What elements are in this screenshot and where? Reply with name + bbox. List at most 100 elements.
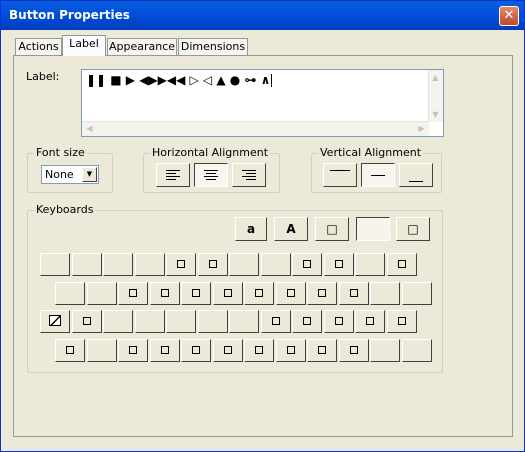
square-icon (397, 259, 406, 268)
keyboard-key[interactable] (197, 310, 228, 333)
keyboard-key[interactable] (86, 282, 117, 305)
align-right-button[interactable] (232, 163, 266, 187)
title-bar[interactable]: Button Properties ✕ (1, 1, 524, 30)
chevron-down-icon[interactable]: ▼ (82, 167, 97, 182)
close-button[interactable]: ✕ (499, 6, 519, 26)
keyboard-key[interactable] (86, 339, 117, 362)
square-icon (349, 345, 358, 354)
font-size-caption: Font size (34, 146, 87, 159)
square-icon (255, 288, 263, 297)
keyboard-key[interactable] (212, 282, 243, 305)
square-icon (223, 288, 232, 297)
keyboard-key[interactable] (307, 339, 337, 362)
keyboard-key[interactable] (103, 310, 133, 333)
key-uppercase-a[interactable]: A (274, 217, 308, 241)
square-icon (349, 288, 358, 297)
valign-bottom-button[interactable] (399, 163, 433, 187)
font-size-value: None (45, 168, 74, 181)
keyboard-key[interactable] (229, 310, 259, 333)
keyboard-key[interactable] (323, 310, 354, 333)
keyboard-key[interactable] (103, 253, 133, 276)
label-horizontal-scrollbar[interactable]: ◀ ▶ (82, 121, 429, 136)
keyboard-key[interactable] (292, 253, 322, 276)
keyboard-key[interactable] (149, 339, 180, 362)
keyboard-key[interactable] (197, 253, 228, 276)
square-icon (366, 316, 374, 325)
key-lowercase-a[interactable]: a (235, 217, 267, 241)
keyboard-key[interactable] (181, 282, 211, 305)
scroll-left-icon[interactable]: ◀ (83, 122, 96, 135)
tab-appearance[interactable]: Appearance (107, 38, 177, 55)
square-icon (82, 316, 91, 325)
square-icon (318, 288, 326, 297)
keyboard-key[interactable] (229, 253, 259, 276)
keyboard-key[interactable] (307, 282, 337, 305)
keyboard-key[interactable] (275, 282, 306, 305)
valign-middle-button[interactable] (361, 163, 395, 187)
square-icon (160, 345, 169, 354)
keyboard-key[interactable] (323, 253, 354, 276)
key-symbol[interactable]: □ (315, 217, 349, 241)
keyboard-key[interactable] (71, 310, 102, 333)
keyboard-key[interactable] (55, 282, 85, 305)
keyboard-key[interactable] (386, 253, 417, 276)
keyboard-key[interactable] (40, 310, 70, 333)
label-text-field[interactable]: ❚❚ ■ ▶ ◀▶▶◀◀ ▷ ◁ ▲ ● ⊶ ∧ ▲ ▼ ◀ ▶ (81, 69, 444, 137)
square-icon (192, 288, 200, 297)
font-size-select[interactable]: None ▼ (41, 165, 99, 184)
align-center-button[interactable] (194, 163, 228, 187)
label-text-value: ❚❚ ■ ▶ ◀▶▶◀◀ ▷ ◁ ▲ ● ⊶ ∧ (86, 73, 271, 87)
keyboard-key[interactable] (275, 339, 306, 362)
keyboard-key[interactable] (401, 339, 432, 362)
keyboard-key[interactable] (149, 282, 180, 305)
keyboard-key[interactable] (355, 253, 385, 276)
keyboard-key[interactable] (134, 253, 165, 276)
square-icon (160, 288, 169, 297)
keyboards-caption: Keyboards (34, 203, 96, 216)
keyboard-key[interactable] (370, 282, 400, 305)
corner-square-icon (49, 315, 61, 326)
keyboard-key[interactable] (166, 253, 196, 276)
label-vertical-scrollbar[interactable]: ▲ ▼ (428, 70, 443, 122)
keyboard-key[interactable] (166, 310, 196, 333)
square-icon (286, 345, 295, 354)
keyboard-key[interactable] (260, 253, 291, 276)
square-icon (177, 259, 185, 268)
keyboard-key[interactable] (244, 339, 274, 362)
keyboard-key[interactable] (370, 339, 400, 362)
scroll-down-icon[interactable]: ▼ (429, 108, 442, 121)
tab-label[interactable]: Label (62, 35, 106, 56)
keyboard-key[interactable] (55, 339, 85, 362)
square-icon (271, 316, 280, 325)
key-pressed-blank[interactable] (356, 217, 390, 241)
square-icon (66, 345, 74, 354)
tab-dimensions[interactable]: Dimensions (178, 38, 248, 55)
keyboard-key[interactable] (260, 310, 291, 333)
keyboard-key[interactable] (71, 253, 102, 276)
tab-actions[interactable]: Actions (15, 38, 62, 55)
horizontal-alignment-caption: Horizontal Alignment (150, 146, 271, 159)
square-icon (397, 316, 406, 325)
keyboard-key[interactable] (118, 339, 148, 362)
keyboard-key[interactable] (134, 310, 165, 333)
keyboard-key[interactable] (386, 310, 417, 333)
keyboard-key[interactable] (338, 339, 369, 362)
keyboard-key[interactable] (118, 282, 148, 305)
scroll-up-icon[interactable]: ▲ (429, 71, 442, 84)
keyboard-key[interactable] (401, 282, 432, 305)
square-icon (334, 259, 343, 268)
window-title: Button Properties (9, 8, 130, 22)
square-icon (255, 345, 263, 354)
valign-top-button[interactable] (323, 163, 357, 187)
keyboard-key[interactable] (181, 339, 211, 362)
keyboard-key[interactable] (292, 310, 322, 333)
keyboard-key[interactable] (338, 282, 369, 305)
scroll-right-icon[interactable]: ▶ (415, 122, 428, 135)
keyboard-key[interactable] (244, 282, 274, 305)
keyboard-key[interactable] (212, 339, 243, 362)
keyboard-key[interactable] (355, 310, 385, 333)
keyboard-key[interactable] (40, 253, 70, 276)
key-symbol[interactable]: □ (396, 217, 430, 241)
square-icon (286, 288, 295, 297)
align-left-button[interactable] (156, 163, 190, 187)
